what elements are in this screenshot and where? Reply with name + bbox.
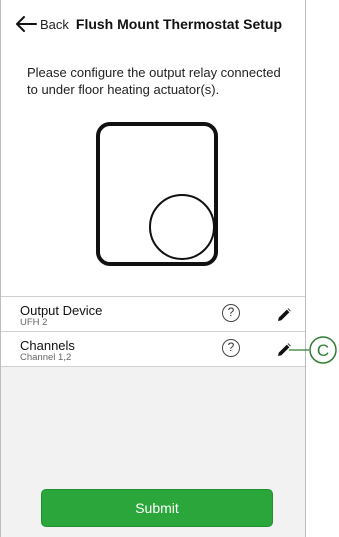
- thermostat-device-illustration: [96, 122, 218, 266]
- settings-list: Output Device UFH 2 ? Channels Channel 1…: [1, 296, 305, 367]
- setup-panel: Back Flush Mount Thermostat Setup Please…: [1, 0, 305, 296]
- back-arrow-icon[interactable]: [15, 15, 37, 33]
- app-screen: Back Flush Mount Thermostat Setup Please…: [0, 0, 306, 537]
- help-icon[interactable]: ?: [222, 304, 240, 322]
- output-device-value: UFH 2: [20, 317, 48, 328]
- instructions-text: Please configure the output relay connec…: [27, 65, 281, 97]
- list-item-channels[interactable]: Channels Channel 1,2 ?: [1, 331, 305, 367]
- callout-marker: C: [289, 336, 337, 364]
- submit-button[interactable]: Submit: [41, 489, 273, 527]
- pencil-icon[interactable]: [277, 308, 291, 322]
- channels-value: Channel 1,2: [20, 352, 72, 363]
- header: Back Flush Mount Thermostat Setup: [15, 12, 282, 36]
- back-button[interactable]: Back: [40, 17, 69, 32]
- help-icon[interactable]: ?: [222, 339, 240, 357]
- callout-label: C: [317, 341, 329, 360]
- list-item-output-device[interactable]: Output Device UFH 2 ?: [1, 296, 305, 331]
- page-title: Flush Mount Thermostat Setup: [75, 16, 283, 32]
- output-device-label: Output Device: [20, 303, 103, 318]
- channels-label: Channels: [20, 338, 75, 353]
